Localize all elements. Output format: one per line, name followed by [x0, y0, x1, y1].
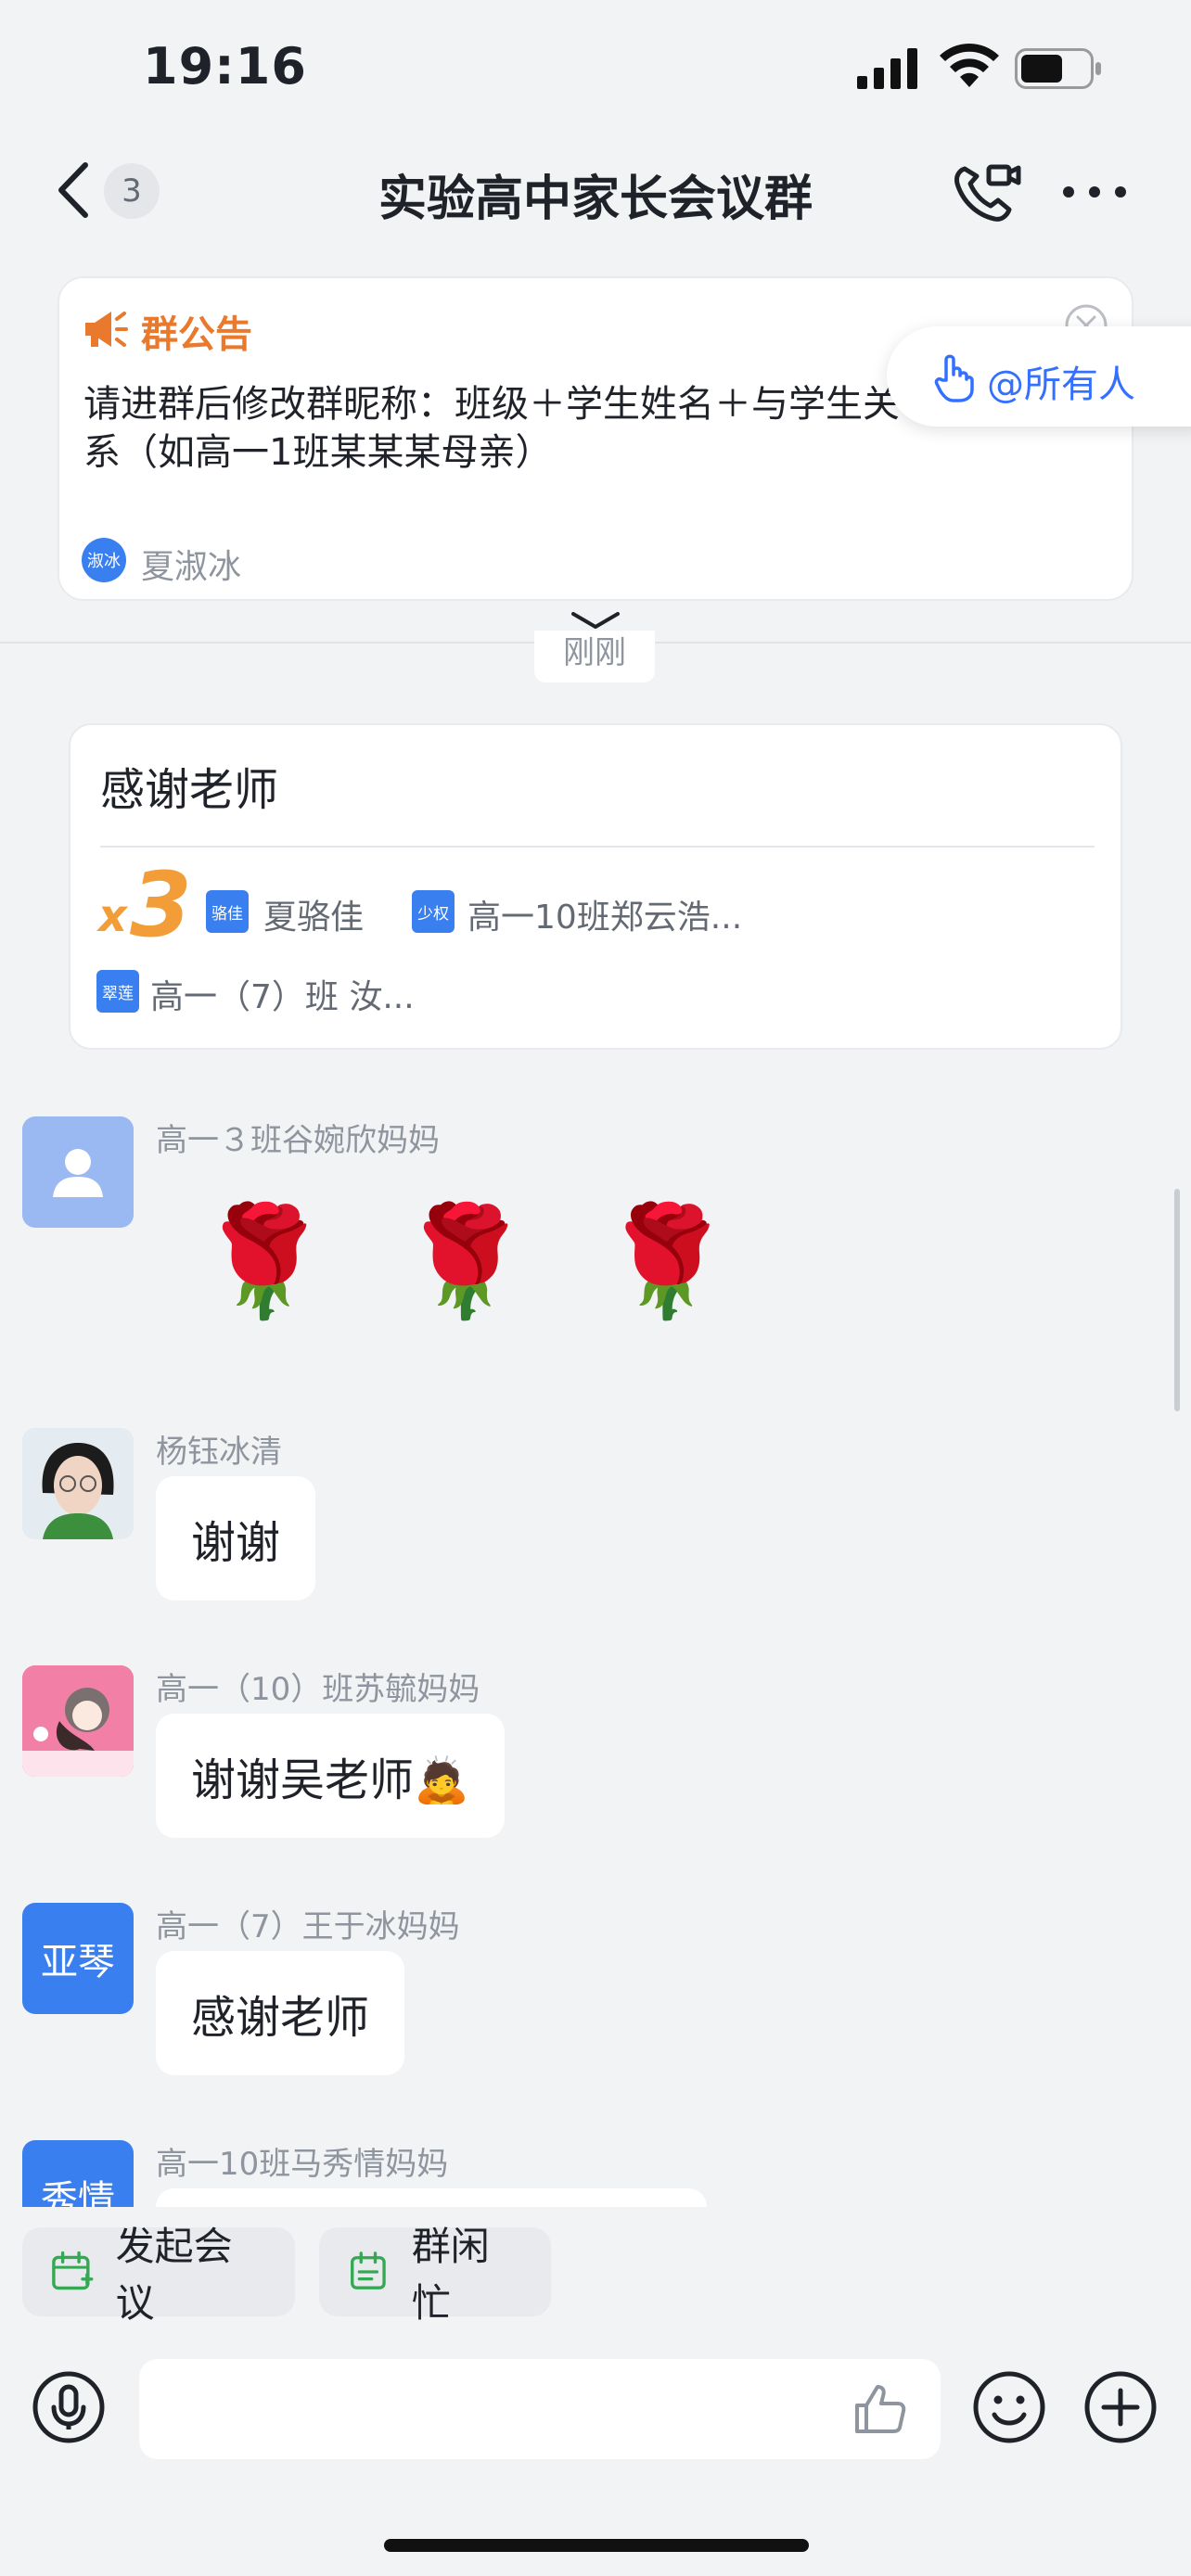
home-indicator[interactable]	[384, 2539, 809, 2552]
divider	[100, 846, 1095, 848]
reactor-name[interactable]: 夏骆佳	[263, 890, 364, 938]
avatar: 少权	[412, 890, 455, 933]
sender-name: 杨钰冰清	[156, 1434, 282, 1471]
battery-icon	[1015, 48, 1101, 89]
avatar[interactable]: 亚琴	[22, 1903, 134, 2014]
group-availability-label: 群闲忙	[411, 2224, 490, 2326]
avatar[interactable]: 秀情	[22, 2140, 134, 2207]
start-meeting-label: 发起会议	[115, 2224, 233, 2326]
emoji-icon[interactable]	[972, 2370, 1046, 2444]
emoji-message[interactable]: 🌹 🌹 🌹	[197, 1192, 750, 1332]
reaction-count: 3	[130, 853, 192, 957]
avatar: 淑冰	[82, 538, 126, 582]
chevron-down-icon[interactable]	[568, 608, 623, 632]
announcement-label: 群公告	[141, 313, 252, 356]
plus-icon[interactable]	[1083, 2370, 1158, 2444]
anime-avatar-image	[22, 1665, 134, 1777]
announcement-author: 夏淑冰	[141, 548, 242, 586]
scrollbar[interactable]	[1174, 1189, 1180, 1411]
timestamp: 刚刚	[534, 631, 655, 682]
calendar-add-icon	[52, 2251, 94, 2290]
message-bubble[interactable]: 谢谢吴老师🙇	[156, 1714, 505, 1838]
unread-count-badge[interactable]: 3	[104, 163, 160, 219]
reactor-name[interactable]: 高一10班郑云浩...	[467, 890, 742, 938]
mention-all-label: @所有人	[987, 363, 1135, 406]
message-bubble[interactable]: 谢谢	[156, 1476, 316, 1600]
avatar: 骆佳	[206, 890, 249, 933]
more-options-icon[interactable]	[1059, 176, 1130, 208]
calendar-list-icon	[351, 2251, 386, 2289]
message-list-clip: 秀情 高一10班马秀情妈妈	[0, 2133, 1191, 2207]
group-availability-button[interactable]: 群闲忙	[319, 2224, 551, 2326]
sender-name: 高一（7）王于冰妈妈	[156, 1908, 460, 1945]
sender-name: 高一（10）班苏毓妈妈	[156, 1671, 480, 1708]
reaction-message-text: 感谢老师	[100, 764, 279, 816]
wifi-icon	[940, 44, 999, 87]
back-button[interactable]	[48, 158, 104, 223]
profile-photo	[22, 1428, 134, 1539]
avatar[interactable]	[22, 1428, 134, 1539]
chat-title[interactable]: 实验高中家长会议群	[278, 159, 913, 229]
avatar[interactable]	[22, 1116, 134, 1228]
start-meeting-button[interactable]: 发起会议	[22, 2224, 295, 2326]
avatar[interactable]	[22, 1665, 134, 1777]
message-input[interactable]	[139, 2359, 941, 2459]
thumbs-up-icon[interactable]	[852, 2381, 907, 2437]
cellular-signal-icon	[857, 48, 917, 89]
message-bubble[interactable]: 感谢老师	[156, 1951, 405, 2075]
megaphone-icon	[85, 312, 128, 347]
reactor-name[interactable]: 高一（7）班 汝...	[150, 970, 415, 1018]
microphone-icon[interactable]	[32, 2370, 106, 2444]
status-time: 19:16	[143, 37, 307, 96]
message-bubble[interactable]	[156, 2188, 707, 2207]
sender-name: 高一３班谷婉欣妈妈	[156, 1122, 440, 1159]
video-call-icon[interactable]	[952, 159, 1022, 224]
sender-name: 高一10班马秀情妈妈	[156, 2146, 449, 2183]
avatar: 翠莲	[96, 970, 139, 1013]
user-silhouette-icon	[53, 1149, 103, 1197]
reaction-multiplier-x: x	[98, 890, 127, 942]
pointing-hand-icon	[934, 354, 974, 402]
